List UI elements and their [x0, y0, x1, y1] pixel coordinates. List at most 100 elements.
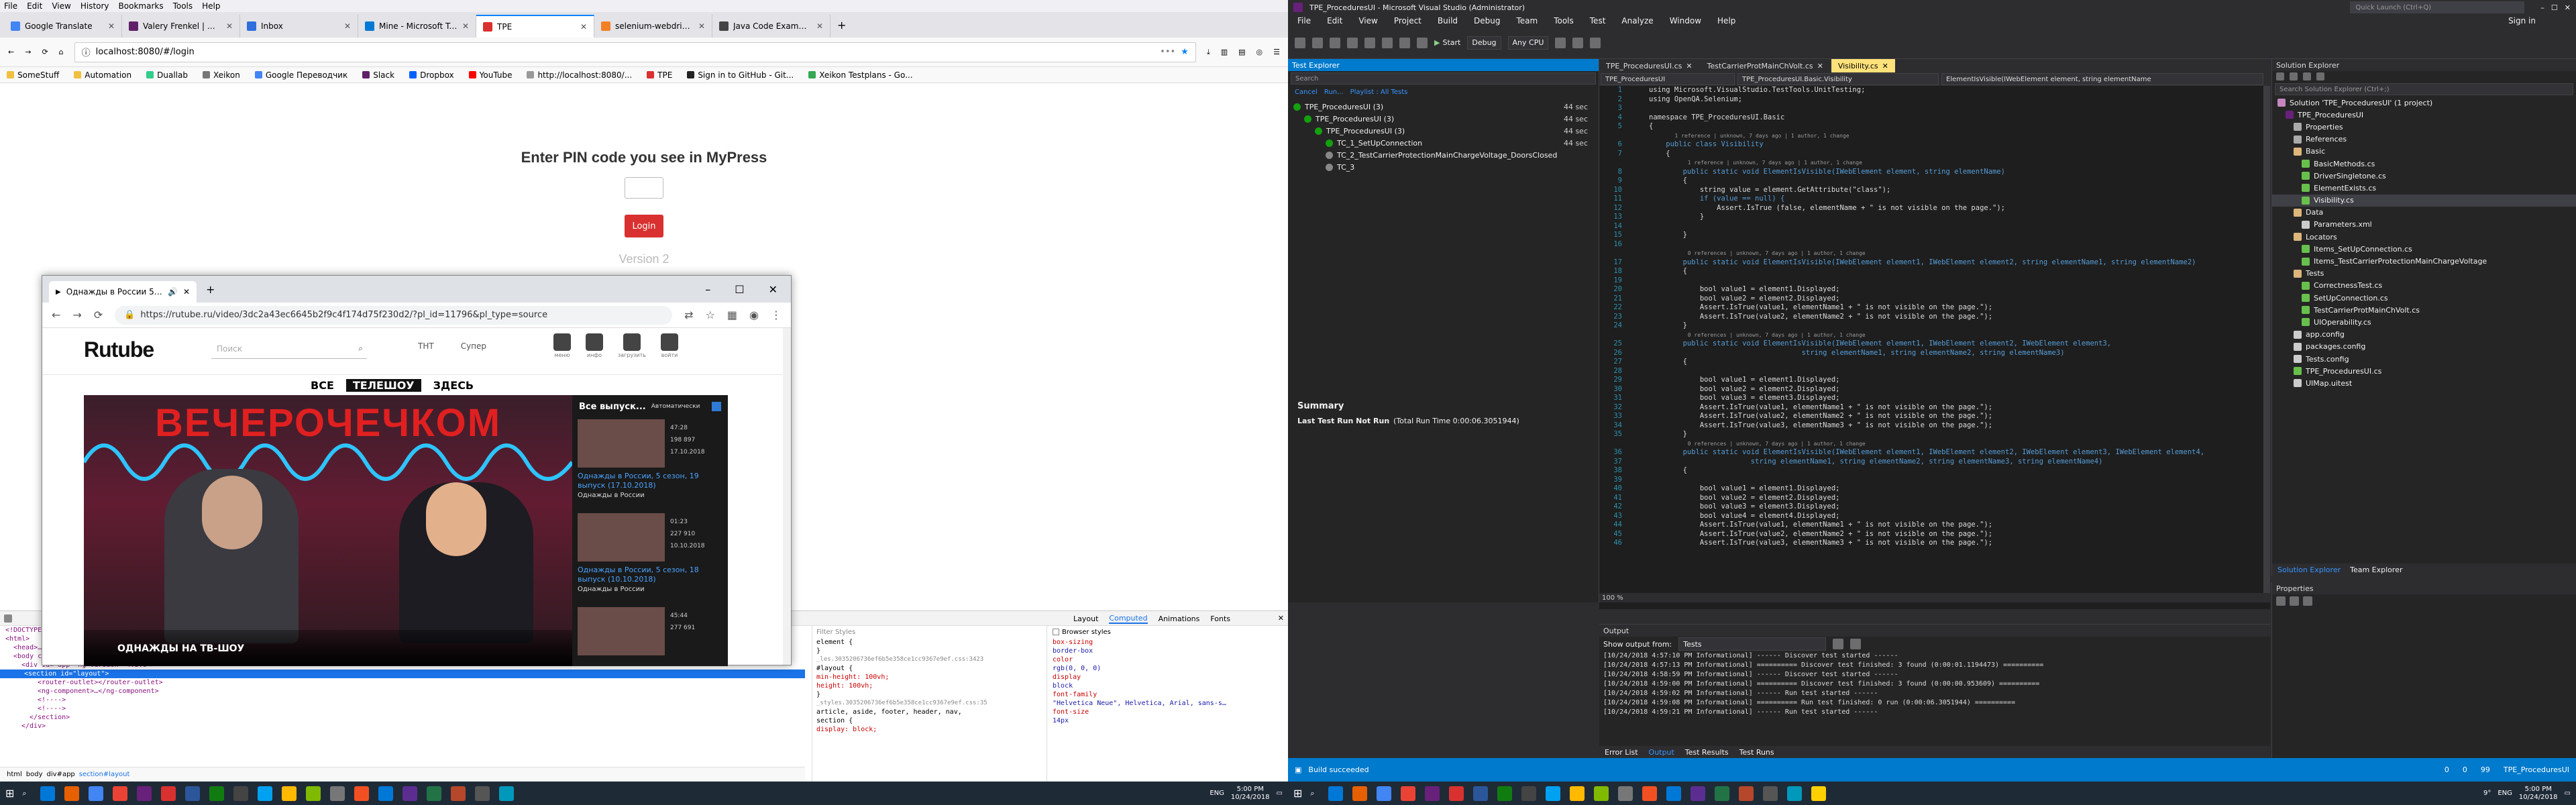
style-rule-line[interactable]: } [816, 647, 1040, 655]
card-title[interactable]: Однажды в России, 5 сезон, 18 выпуск (10… [578, 566, 718, 584]
config-dropdown[interactable]: Debug [1467, 36, 1501, 50]
category-tab[interactable]: ЗДЕСЬ [433, 379, 474, 392]
codelens[interactable]: 1 reference | unknown, 7 days ago | 1 au… [1599, 158, 2263, 168]
notifications-icon[interactable]: ▭ [1277, 790, 1283, 797]
bookmark-item[interactable]: Xeikon [202, 70, 240, 80]
nav-dropdown[interactable]: ElementIsVisible(IWebElement element, st… [1941, 73, 2263, 85]
se-tab[interactable]: Team Explorer [2350, 566, 2402, 574]
computed-property[interactable]: block [1053, 682, 1288, 690]
breadcrumb-item[interactable]: section#layout [79, 771, 130, 778]
solution-item[interactable]: Tests [2272, 268, 2576, 280]
style-rule-line[interactable]: } [816, 690, 1040, 699]
test-search-input[interactable]: Search [1291, 72, 1596, 85]
redo-icon[interactable] [1417, 37, 1428, 48]
solution-item[interactable]: Data [2272, 207, 2576, 219]
devtools-tab-computed[interactable]: Computed [1109, 614, 1148, 624]
property-pages-icon[interactable] [2303, 596, 2312, 606]
menu-file[interactable]: File [4, 1, 17, 11]
breadcrumb-item[interactable]: div#app [47, 771, 75, 778]
project-name[interactable]: TPE_ProceduresUI [2504, 765, 2569, 774]
reload-icon[interactable]: ⟳ [42, 48, 48, 56]
computed-property[interactable]: "Helvetica Neue", Helvetica, Arial, sans… [1053, 699, 1288, 708]
start-button[interactable]: ▶ Start [1434, 38, 1460, 47]
new-tab-icon[interactable]: + [837, 19, 846, 32]
taskbar-app-icon[interactable] [1617, 786, 1633, 801]
login-button[interactable]: Login [625, 215, 663, 237]
vs-menu-window[interactable]: Window [1670, 16, 1701, 25]
forward-icon[interactable]: → [72, 309, 81, 321]
solution-item[interactable]: UIMap.uitest [2272, 377, 2576, 389]
sign-in-link[interactable]: Sign in [2508, 16, 2576, 25]
solution-item[interactable]: BasicMethods.cs [2272, 158, 2576, 170]
save-all-icon[interactable] [1382, 37, 1393, 48]
back-icon[interactable]: ← [8, 48, 14, 56]
autoplay-toggle[interactable] [712, 402, 721, 411]
solution-item[interactable]: Items_TestCarrierProtectionMainChargeVol… [2272, 255, 2576, 267]
bookmark-item[interactable]: Automation [74, 70, 131, 80]
menu-icon[interactable]: меню [553, 333, 571, 358]
taskbar-app-icon[interactable] [40, 786, 55, 801]
undo-icon[interactable] [1399, 37, 1410, 48]
maximize-icon[interactable]: ☐ [735, 283, 744, 296]
rules-panel[interactable]: Filter Styles element {} _les.3035206736ef… [812, 626, 1040, 782]
close-tab-icon[interactable]: ✕ [816, 21, 823, 31]
vs-menu-team[interactable]: Team [1516, 16, 1538, 25]
reload-icon[interactable]: ⟳ [94, 309, 103, 321]
taskbar-app-icon[interactable] [305, 786, 321, 801]
bookmark-item[interactable]: http://localhost:8080/... [527, 70, 632, 80]
channel-link[interactable]: ТНТ [418, 341, 434, 351]
vs-menu-build[interactable]: Build [1438, 16, 1458, 25]
computed-property[interactable]: font-family [1053, 690, 1288, 699]
solution-item[interactable]: TestCarrierProtMainChVolt.cs [2272, 304, 2576, 316]
video-thumbnail[interactable] [578, 419, 665, 468]
computed-property[interactable]: display [1053, 673, 1288, 682]
close-tab-icon[interactable]: ✕ [698, 21, 705, 31]
nav-dropdown[interactable]: TPE_ProceduresUI.Basic.Visibility [1737, 73, 1939, 85]
zoom-level[interactable]: 100 % [1602, 594, 1623, 602]
taskbar-app-icon[interactable] [1690, 786, 1705, 801]
close-tab-icon[interactable]: ✕ [108, 21, 115, 31]
taskbar-app-icon[interactable] [1666, 786, 1681, 801]
solution-item[interactable]: DriverSingletone.cs [2272, 170, 2576, 182]
tool-icon[interactable] [1555, 37, 1566, 48]
up-count[interactable]: 0 [2445, 765, 2449, 774]
se-tab[interactable]: Solution Explorer [2277, 566, 2341, 574]
output-text[interactable]: [10/24/2018 4:57:10 PM Informational] --… [1599, 651, 2270, 717]
close-tab-icon[interactable]: ✕ [226, 21, 233, 31]
solution-item[interactable]: Locators [2272, 231, 2576, 243]
rutube-logo[interactable]: Rutube [84, 337, 154, 362]
browser-tab[interactable]: Mine - Microsoft Team Founda ✕ [358, 15, 476, 38]
video-thumbnail[interactable] [578, 513, 665, 561]
extension-icon[interactable]: ▦ [727, 309, 737, 321]
computed-property[interactable]: border-box [1053, 647, 1288, 655]
browser-tab[interactable]: Java Code Examples org.openqa.s ✕ [712, 15, 830, 38]
taskbar-app-icon[interactable] [233, 786, 248, 801]
dom-node[interactable]: <!----> [5, 696, 805, 704]
vs-menu-file[interactable]: File [1297, 16, 1311, 25]
taskbar-app-icon[interactable] [1376, 786, 1391, 801]
upload-icon[interactable]: загрузить [618, 333, 646, 358]
star-icon[interactable]: ☆ [706, 309, 715, 321]
taskbar-app-icon[interactable] [378, 786, 393, 801]
bookmark-star-icon[interactable]: ★ [1181, 47, 1189, 57]
taskbar-app-icon[interactable] [1448, 786, 1464, 801]
bookmark-item[interactable]: Duallab [146, 70, 188, 80]
menu-view[interactable]: View [52, 1, 70, 11]
editor-tab[interactable]: Visibility.cs ✕ [1831, 59, 1895, 72]
browser-tab[interactable]: Valery Frenkel | Dual Lab Slack ✕ [122, 15, 240, 38]
dom-node[interactable]: <!----> [5, 704, 805, 713]
menu-help[interactable]: Help [202, 1, 220, 11]
style-rule-line[interactable]: height: 100vh; [816, 682, 1040, 690]
solution-item[interactable]: Items_SetUpConnection.cs [2272, 243, 2576, 255]
page-info-icon[interactable]: ⓘ [82, 46, 91, 58]
test-explorer-link[interactable]: Run... [1324, 89, 1344, 96]
solution-search-input[interactable]: Search Solution Explorer (Ctrl+;) [2275, 83, 2573, 95]
taskbar-app-icon[interactable] [257, 786, 272, 801]
alphabetical-icon[interactable] [2290, 596, 2299, 606]
vs-menu-analyze[interactable]: Analyze [1621, 16, 1653, 25]
menu-history[interactable]: History [80, 1, 109, 11]
page-scrollbar[interactable] [783, 328, 791, 665]
test-row[interactable]: TC_3 [1288, 161, 1599, 173]
platform-dropdown[interactable]: Any CPU [1507, 36, 1549, 50]
taskbar-app-icon[interactable] [1424, 786, 1440, 801]
